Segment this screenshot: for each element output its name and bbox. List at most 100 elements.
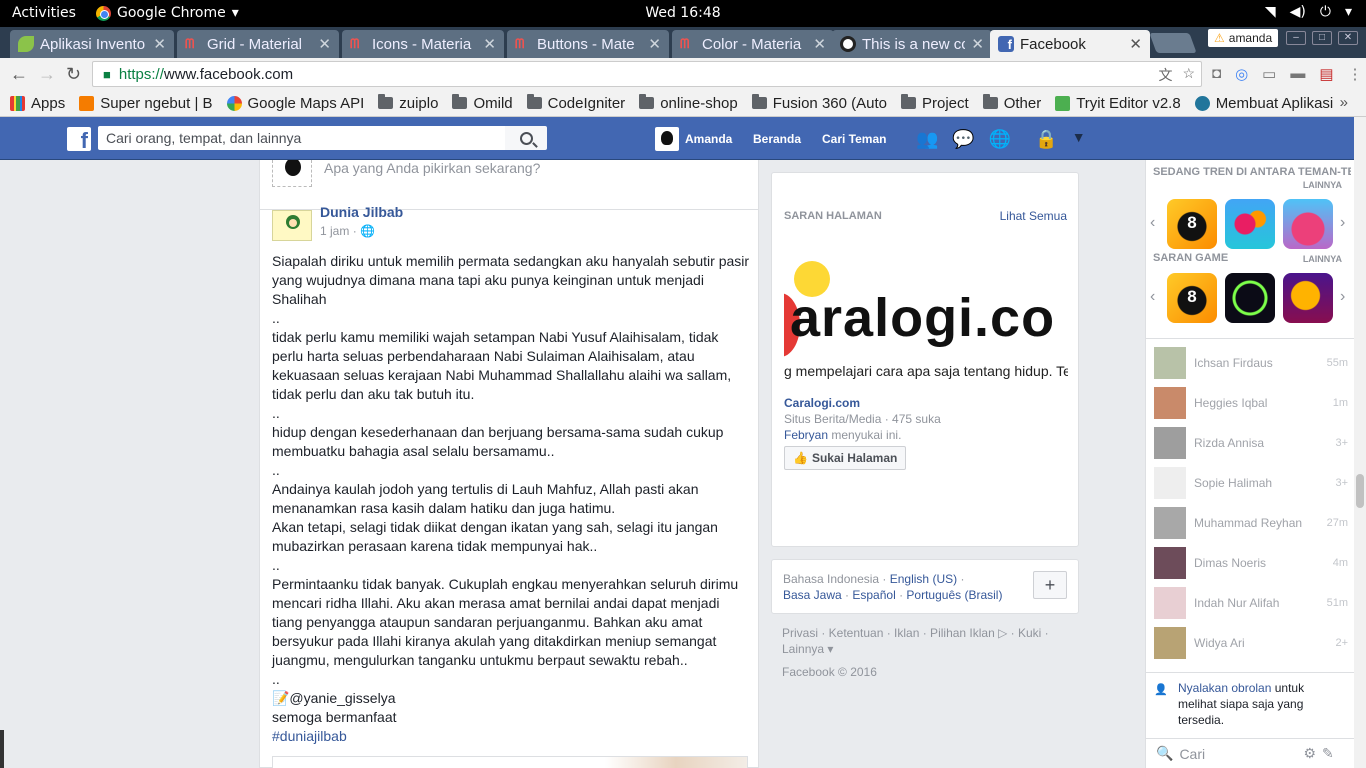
tab-aplikasi-inventory[interactable]: Aplikasi Invento ✕ [10,30,174,58]
chat-contact[interactable]: Ichsan Firdaus 55m [1154,346,1348,380]
candy-crush-jelly-game-icon[interactable] [1283,199,1333,249]
chat-contact[interactable]: Indah Nur Alifah 51m [1154,586,1348,620]
page-avatar[interactable] [272,210,312,241]
tab-grid-material[interactable]: ᗰ Grid - Material ✕ [177,30,339,58]
chevron-right-icon[interactable]: › [1340,214,1345,232]
account-menu-chevron-icon[interactable]: ▼ [1072,129,1086,150]
gear-icon[interactable]: ⚙ [1303,745,1316,762]
app-menu[interactable]: Google Chrome ▾ [96,5,239,21]
search-button[interactable] [505,126,547,150]
close-tab-icon[interactable]: ✕ [153,35,166,53]
flag-extension-icon[interactable]: ▤ [1319,65,1333,83]
bookmark-tryit-editor[interactable]: Tryit Editor v2.8 [1055,95,1181,112]
chevron-right-icon[interactable]: › [1340,288,1345,306]
tab-facebook[interactable]: f Facebook ✕ [990,30,1150,58]
post-image[interactable] [272,756,748,768]
post-author-link[interactable]: Dunia Jilbab [320,204,403,220]
tab-github[interactable]: This is a new cc ✕ [832,30,992,58]
friend-requests-icon[interactable]: 👥 [916,129,938,150]
close-tab-icon[interactable]: ✕ [483,35,496,53]
bookmark-google-maps-api[interactable]: Google Maps API [226,95,364,112]
trending-more-link[interactable]: LAINNYA [1303,180,1342,190]
address-bar[interactable]: ■ https:// www.facebook.com 文 ☆ [92,61,1202,87]
profile-badge[interactable]: ⚠ amanda [1208,29,1279,47]
bookmark-star-icon[interactable]: ☆ [1182,65,1195,85]
facebook-logo-icon[interactable]: f [67,127,91,151]
language-option[interactable]: English (US) [890,572,957,586]
bookmark-folder-project[interactable]: Project [901,94,969,112]
like-page-button[interactable]: 👍 Sukai Halaman [784,446,907,470]
post-timestamp[interactable]: 1 jam [320,224,349,238]
hashtag-link[interactable]: #duniajilbab [272,728,347,744]
status-composer[interactable]: Apa yang Anda pikirkan sekarang? [260,160,758,210]
chat-contact[interactable]: Dimas Noeris 4m [1154,546,1348,580]
camera-extension-icon[interactable]: ◘ [1212,65,1221,83]
language-option[interactable]: Español [852,588,895,602]
tab-icons-material[interactable]: ᗰ Icons - Materia ✕ [342,30,504,58]
candy-crush-game-icon[interactable] [1225,199,1275,249]
bookmark-super-ngebut[interactable]: Super ngebut | B [79,95,213,112]
notifications-globe-icon[interactable]: 🌐 [989,129,1011,150]
tab-buttons-material[interactable]: ᗰ Buttons - Mate ✕ [507,30,669,58]
minimize-button[interactable]: – [1286,31,1306,45]
translate-icon[interactable]: 文 [1158,65,1172,85]
clock[interactable]: Wed 16:48 [645,5,720,21]
chat-contact[interactable]: Heggies Iqbal 1m [1154,386,1348,420]
chevron-left-icon[interactable]: ‹ [1150,288,1155,306]
sync-extension-icon[interactable]: ◎ [1235,65,1248,83]
slither-game-icon[interactable] [1283,273,1333,323]
bookmark-folder-codeigniter[interactable]: CodeIgniter [526,94,625,112]
menu-kebab-icon[interactable]: ⋮ [1348,65,1363,83]
scroll-thumb[interactable] [1356,474,1364,508]
bookmark-membuat-aplikasi[interactable]: Membuat Aplikasi [1194,95,1333,112]
profile-link[interactable]: Amanda [655,117,732,160]
page-name-link[interactable]: Caralogi.com [784,396,860,410]
system-tray[interactable]: ◥ ◀) ⏻ ▾ [1265,4,1352,20]
cast-extension-icon[interactable]: ▭ [1262,65,1276,83]
bookmark-folder-other[interactable]: Other [982,94,1041,112]
bookmark-folder-online-shop[interactable]: online-shop [639,94,738,112]
forward-arrow-icon[interactable]: → [38,64,56,85]
page-scrollbar[interactable] [1354,117,1366,768]
games-more-link[interactable]: LAINNYA [1303,254,1342,264]
see-all-link[interactable]: Lihat Semua [1000,209,1067,223]
8-ball-pool-game-icon[interactable] [1167,199,1217,249]
privacy-lock-icon[interactable]: 🔒 [1035,129,1057,150]
composer-placeholder[interactable]: Apa yang Anda pikirkan sekarang? [324,160,540,176]
close-tab-icon[interactable]: ✕ [1129,35,1142,53]
chat-contact[interactable]: Muhammad Reyhan 27m [1154,506,1348,540]
compose-icon[interactable]: ✎ [1322,745,1334,762]
messages-icon[interactable]: 💬 [952,129,974,150]
tab-color-material[interactable]: ᗰ Color - Materia ✕ [672,30,834,58]
bookmark-folder-fusion-360[interactable]: Fusion 360 (Auto [751,94,887,112]
more-languages-button[interactable]: + [1033,571,1067,599]
back-arrow-icon[interactable]: ← [10,64,28,85]
bookmark-folder-zuiplo[interactable]: zuiplo [378,94,438,112]
activities-button[interactable]: Activities [12,5,76,21]
new-tab-button[interactable] [1149,33,1197,53]
bookmark-apps[interactable]: Apps [10,95,65,112]
8-ball-pool-game-icon[interactable] [1167,273,1217,323]
footer-links[interactable]: Privasi · Ketentuan · Iklan · Pilihan Ik… [782,625,1072,657]
facebook-search-input[interactable] [98,126,505,150]
turn-on-chat-link[interactable]: Nyalakan obrolan [1178,681,1271,695]
display-extension-icon[interactable]: ▬ [1290,65,1305,83]
close-tab-icon[interactable]: ✕ [813,35,826,53]
close-tab-icon[interactable]: ✕ [318,35,331,53]
chat-contact[interactable]: Rizda Annisa 3+ [1154,426,1348,460]
close-tab-icon[interactable]: ✕ [648,35,661,53]
maximize-button[interactable]: □ [1312,31,1332,45]
arcade-game-icon[interactable] [1225,273,1275,323]
chevron-left-icon[interactable]: ‹ [1150,214,1155,232]
chat-contact[interactable]: Sopie Halimah 3+ [1154,466,1348,500]
bookmark-folder-omild[interactable]: Omild [452,94,513,112]
more-bookmarks-chevron-icon[interactable]: » [1340,94,1348,111]
close-tab-icon[interactable]: ✕ [971,35,984,53]
friend-link[interactable]: Febryan [784,428,828,442]
close-window-button[interactable]: ✕ [1338,31,1358,45]
chat-search-input[interactable] [1179,745,1298,762]
chat-contact[interactable]: Widya Ari 2+ [1154,626,1348,660]
language-option[interactable]: Basa Jawa [783,588,842,602]
reload-icon[interactable]: ↻ [66,64,81,85]
page-banner-image[interactable]: aralogi.co g mempelajari cara apa saja t… [784,249,1068,387]
